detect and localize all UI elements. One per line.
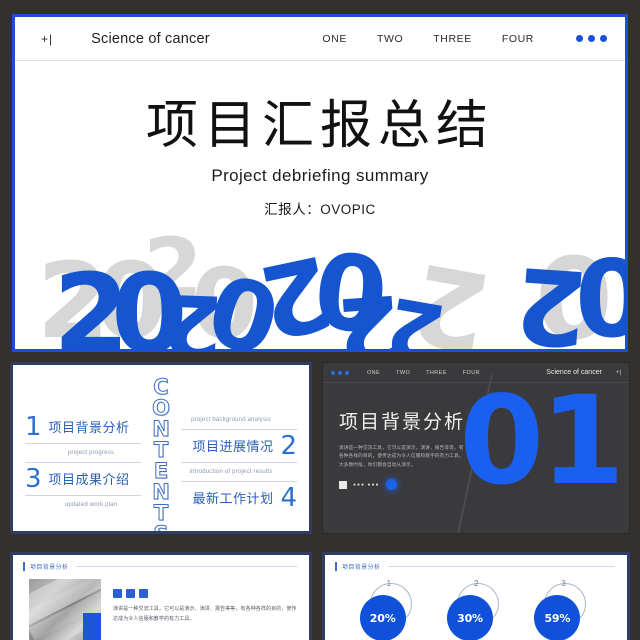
decor-glyph: 2 — [379, 277, 452, 352]
divider — [25, 494, 141, 496]
percent-circle-group: 1 20% 2 30% 3 59% — [325, 571, 627, 640]
contents-right-column: project background analysis 项目进展情况 2 int… — [181, 375, 297, 531]
section-body: 项目背景分析 演讲是一种交流工具，它可以是演示、演讲、报告等等，有各种各样的目的… — [323, 370, 629, 533]
contents-number: 2 — [280, 430, 297, 461]
menu-item-two[interactable]: TWO — [396, 370, 410, 376]
percent-disc: 20% — [359, 595, 406, 640]
percent-value: 59% — [544, 611, 571, 625]
contents-caption-3: updated work plan — [64, 501, 118, 508]
dot-text: ●●● ●●● — [353, 481, 380, 488]
menu-item-three[interactable]: THREE — [426, 370, 447, 376]
menu-item-one[interactable]: ONE — [322, 33, 347, 45]
contents-number: 3 — [25, 463, 42, 494]
percent-value: 20% — [369, 611, 396, 625]
circle-index: 3 — [561, 579, 566, 588]
square-icon[interactable] — [339, 480, 347, 489]
percent-circle-2[interactable]: 2 30% — [445, 579, 507, 640]
contents-caption-4: introduction of project results — [189, 468, 273, 475]
accent-bar — [335, 562, 337, 571]
divider — [181, 461, 297, 463]
header-rule — [76, 566, 297, 567]
building-photo — [29, 579, 101, 640]
section-heading: 项目背景分析 — [30, 565, 69, 571]
section-number: 01 — [459, 370, 625, 512]
page-title: 项目汇报总结 — [145, 96, 494, 156]
slide-deck-preview: +| Science of cancer ONE TWO THREE FOUR … — [0, 0, 640, 640]
contents-item-4[interactable]: 最新工作计划 4 — [181, 485, 297, 511]
contents-label: 项目进展情况 — [192, 439, 274, 454]
percent-value: 30% — [457, 611, 483, 625]
accent-bar — [23, 562, 25, 571]
author-label: 汇报人：OVOPIC — [264, 202, 376, 217]
contents-word: CONTENTS — [149, 375, 174, 534]
divider — [181, 428, 297, 430]
slide-1-cover[interactable]: +| Science of cancer ONE TWO THREE FOUR … — [12, 14, 628, 352]
contents-number: 4 — [280, 482, 297, 513]
contents-item-1[interactable]: 1 项目背景分析 — [25, 414, 141, 440]
contents-vertical-word: CONTENTS — [141, 375, 181, 534]
section-paragraph: 演讲是一种交流工具，它可以是演示、演讲、报告等等，有各种各样的目的，使传达成为令… — [339, 445, 464, 467]
menu-item-four[interactable]: FOUR — [502, 33, 534, 45]
plus-icon[interactable]: +| — [41, 32, 53, 46]
slide-4-paragraph: 演讲是一种交流工具，它可以是演示、演讲、报告等等，有各种各样的目的，使传达成为令… — [113, 606, 297, 622]
contents-left-column: 1 项目背景分析 project progress 3 项目成果介绍 updat… — [25, 375, 141, 531]
cover-menu: ONE TWO THREE FOUR — [322, 33, 607, 45]
menu-item-one[interactable]: ONE — [367, 370, 380, 376]
three-squares-icon — [113, 589, 297, 598]
contents-caption-2: project background analysis — [191, 416, 271, 423]
slide-4-text-block: 演讲是一种交流工具，它可以是演示、演讲、报告等等，有各种各样的目的，使传达成为令… — [113, 579, 297, 640]
slide-4-body: 演讲是一种交流工具，它可以是演示、演讲、报告等等，有各种各样的目的，使传达成为令… — [13, 571, 309, 640]
contents-label: 项目成果介绍 — [48, 472, 130, 487]
slide-4-header: 项目背景分析 — [13, 555, 309, 571]
slide-3-section-divider[interactable]: ONE TWO THREE FOUR Science of cancer +| … — [322, 362, 630, 534]
slide-4-content[interactable]: 项目背景分析 演讲是一种交流工具，它可以是演示、演讲、报告等等，有各种各样的目的… — [10, 552, 312, 640]
menu-item-two[interactable]: TWO — [377, 33, 403, 45]
slide-5-header: 项目背景分析 — [325, 555, 627, 571]
contents-item-2[interactable]: 项目进展情况 2 — [181, 433, 297, 459]
contents-label: 最新工作计划 — [192, 491, 274, 506]
section-heading: 项目背景分析 — [342, 565, 381, 571]
cover-navbar: +| Science of cancer ONE TWO THREE FOUR — [15, 17, 625, 61]
blue-accent-square — [83, 613, 101, 640]
decorative-2020-numerals: 2020202020202220 — [15, 226, 625, 352]
three-dots-icon[interactable] — [576, 35, 607, 42]
contents-item-3[interactable]: 3 项目成果介绍 — [25, 466, 141, 492]
brand-label: Science of cancer — [91, 30, 210, 47]
three-dots-icon[interactable] — [331, 370, 349, 375]
slide-2-contents[interactable]: 1 项目背景分析 project progress 3 项目成果介绍 updat… — [10, 362, 312, 534]
contents-number: 1 — [25, 411, 42, 442]
percent-disc: 30% — [446, 595, 493, 640]
menu-item-three[interactable]: THREE — [433, 33, 472, 45]
circle-index: 2 — [473, 579, 479, 588]
circle-icon[interactable] — [385, 479, 397, 491]
percent-disc: 59% — [534, 595, 581, 640]
percent-circle-1[interactable]: 1 20% — [358, 579, 420, 640]
divider — [25, 442, 141, 444]
decor-glyph: 0 — [575, 247, 625, 349]
divider — [25, 461, 141, 463]
slide-5-statistics[interactable]: 项目背景分析 1 20% 2 30% 3 59% — [322, 552, 630, 640]
percent-circle-3[interactable]: 3 59% — [532, 579, 594, 640]
divider — [181, 480, 297, 482]
cover-body: 项目汇报总结 Project debriefing summary 汇报人：OV… — [15, 83, 625, 352]
page-subtitle: Project debriefing summary — [211, 166, 429, 185]
contents-label: 项目背景分析 — [48, 420, 130, 435]
circle-index: 1 — [386, 579, 392, 588]
contents-body: 1 项目背景分析 project progress 3 项目成果介绍 updat… — [13, 365, 309, 531]
contents-caption-1: project progress — [67, 449, 115, 456]
header-rule — [388, 566, 615, 567]
